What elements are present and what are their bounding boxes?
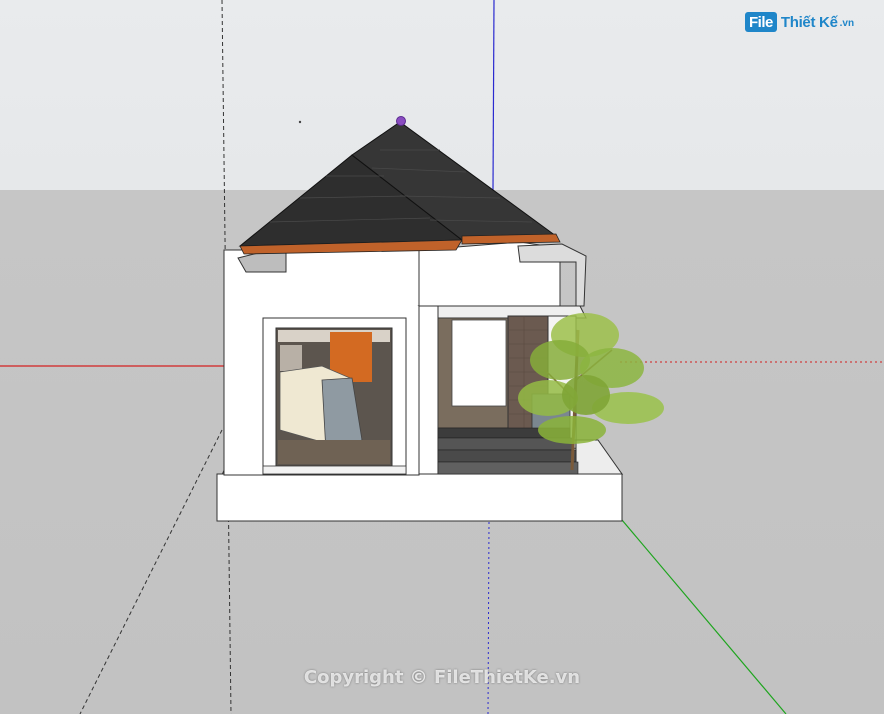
window-sill xyxy=(262,465,407,475)
porch-inner-wall xyxy=(451,319,507,407)
terrace-base-front[interactable] xyxy=(216,473,623,522)
interior-floor xyxy=(278,440,390,464)
sketchup-viewport[interactable]: File Thiết Kế .vn Copyright © FileThietK… xyxy=(0,0,884,714)
copyright-watermark: Copyright © FileThietKe.vn xyxy=(303,667,581,688)
model-scene[interactable] xyxy=(0,0,884,714)
blue-axis-line xyxy=(492,0,495,191)
roof-fascia-right xyxy=(461,233,561,245)
porch-column xyxy=(418,305,439,475)
logo-badge: File xyxy=(745,12,777,32)
logo-name: Thiết Kế xyxy=(780,13,838,31)
filethietke-logo: File Thiết Kế .vn xyxy=(745,12,854,32)
logo-suffix: .vn xyxy=(839,18,855,29)
small-marker-dot xyxy=(298,120,302,124)
interior-shelf xyxy=(280,345,302,371)
step-bottom[interactable] xyxy=(437,449,577,463)
terrace-side-wall xyxy=(575,439,623,475)
step-landing[interactable] xyxy=(437,461,579,475)
model-origin-icon[interactable] xyxy=(396,116,406,126)
